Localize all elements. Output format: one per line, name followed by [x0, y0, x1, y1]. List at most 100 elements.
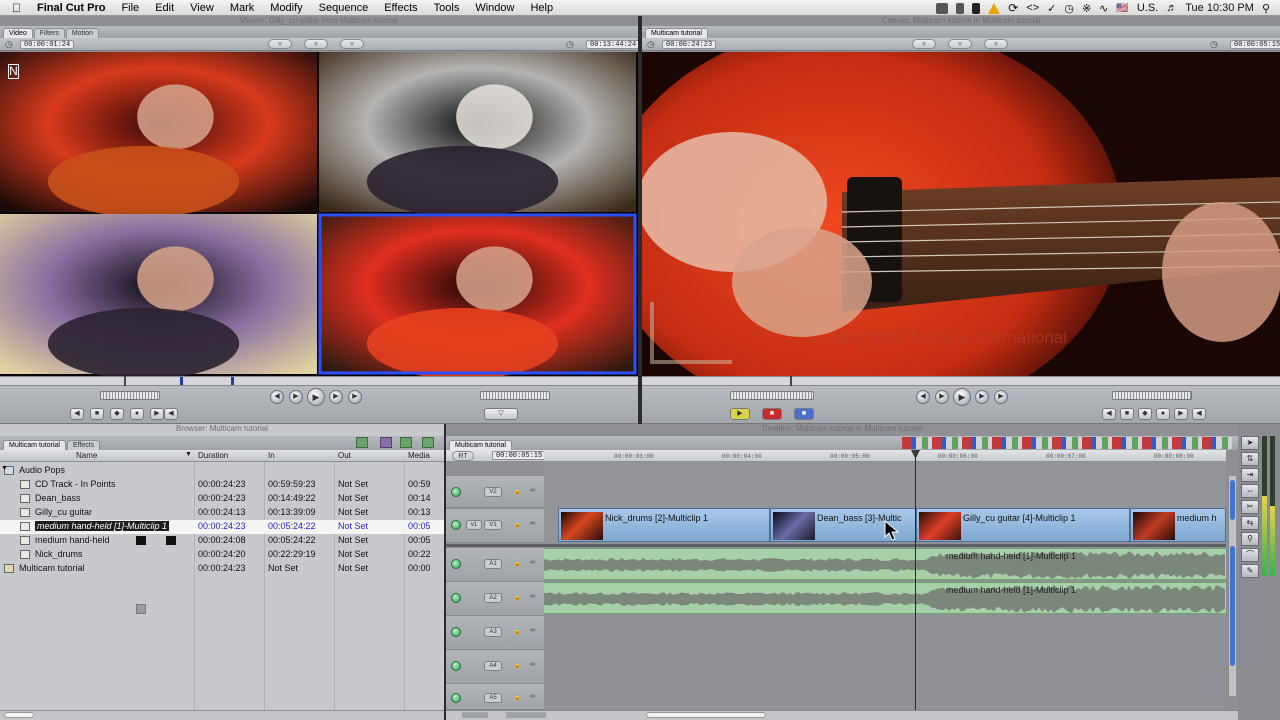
track-label-a4[interactable]: A4 [484, 661, 502, 671]
timeline-button-bar[interactable] [902, 437, 1232, 449]
col-name[interactable]: Name [76, 451, 97, 460]
timeline-ruler[interactable]: 00:00:03:00 00:00:04:00 00:00:05:00 00:0… [544, 450, 1226, 462]
canvas-add-marker-button[interactable]: ● [1156, 408, 1170, 420]
canvas-duration[interactable]: 00:00:24:23 [662, 40, 717, 49]
viewer-scrubber[interactable] [0, 376, 638, 386]
track-label-a5[interactable]: A5 [484, 693, 502, 703]
canvas-jog-control[interactable] [1112, 391, 1192, 400]
link-icon[interactable]: ∞ [530, 627, 535, 634]
canvas-timecode[interactable]: 00:00:05:15 [1230, 40, 1280, 49]
in-point-marker[interactable] [180, 377, 183, 385]
link-icon[interactable]: ∞ [530, 487, 535, 494]
jog-control[interactable] [480, 391, 550, 400]
menu-sequence[interactable]: Sequence [311, 2, 377, 14]
menu-view[interactable]: View [182, 2, 222, 14]
previous-edit-button[interactable]: ◀ [270, 390, 284, 404]
timeline-audio-clip[interactable]: medium hand-held [1]-Multiclip 1 [544, 548, 1226, 580]
viewer-playhead[interactable] [124, 376, 126, 386]
out-point-marker[interactable] [231, 377, 234, 385]
angle-1[interactable] [0, 52, 317, 218]
source-patch-v1[interactable]: v1 [466, 520, 482, 530]
add-keyframe-button[interactable]: ◆ [110, 408, 124, 420]
zoom-popup[interactable]: ▿ [268, 39, 292, 49]
apple-menu-icon[interactable]:  [0, 1, 29, 15]
track-height-control[interactable] [462, 712, 488, 718]
canvas-next-edit-button[interactable]: ▶ [994, 390, 1008, 404]
play-around-button[interactable]: ▶ [329, 390, 343, 404]
multiclip-viewer[interactable]: N [0, 52, 638, 376]
canvas-play-button[interactable]: ▶ [953, 388, 971, 406]
browser-scrollbar[interactable] [0, 710, 444, 719]
menu-mark[interactable]: Mark [222, 2, 262, 14]
add-marker-button[interactable]: ● [130, 408, 144, 420]
canvas-mark-in-button[interactable]: ▶ [1174, 408, 1188, 420]
checkmark-icon[interactable]: ✓ [1047, 2, 1056, 15]
menu-window[interactable]: Window [467, 2, 522, 14]
browser-row[interactable]: Multicam tutorial 00:00:24:23 Not Set Not S… [0, 562, 444, 576]
timeline-scroll-thumb[interactable] [646, 712, 766, 718]
script-icon[interactable] [972, 2, 981, 14]
rt-popup[interactable]: RT [452, 451, 474, 461]
view-popup[interactable]: ▿ [304, 39, 328, 49]
track-label-a3[interactable]: A3 [484, 627, 502, 637]
spotlight-icon[interactable]: ⚲ [1262, 2, 1270, 15]
volume-icon[interactable]: ♬ [1166, 2, 1177, 14]
tab-video[interactable]: Video [3, 28, 33, 38]
col-duration[interactable]: Duration [198, 451, 228, 460]
col-in[interactable]: In [268, 451, 275, 460]
app-menu[interactable]: Final Cut Pro [29, 2, 113, 14]
lock-icon[interactable]: 🔒 [513, 693, 522, 701]
canvas-video[interactable]: Weynand Training International [642, 52, 1280, 376]
mark-in-button[interactable]: ▶ [150, 408, 164, 420]
document-icon[interactable] [956, 2, 965, 14]
track-audio-a3[interactable] [451, 627, 461, 637]
browser-row[interactable]: ▼ Audio Pops [0, 464, 444, 478]
pen-tool-icon[interactable]: ✎ [1241, 564, 1259, 578]
canvas-zoom-popup[interactable]: ▿ [912, 39, 936, 49]
track-audio-a4[interactable] [451, 661, 461, 671]
zoom-tool-icon[interactable]: ⚲ [1241, 532, 1259, 546]
browser-row[interactable]: Dean_bass 00:00:24:23 00:14:49:22 Not Set 00… [0, 492, 444, 506]
lock-icon[interactable]: 🔒 [513, 627, 522, 635]
zoom-slider[interactable] [506, 712, 546, 718]
menu-modify[interactable]: Modify [262, 2, 310, 14]
track-audio-a5[interactable] [451, 693, 461, 703]
vscroll-thumb-audio[interactable] [1230, 546, 1235, 666]
track-visibility-v2[interactable] [451, 487, 461, 497]
match-frame-button[interactable]: ◀ [70, 408, 84, 420]
link-icon[interactable]: ∞ [530, 661, 535, 668]
browser-row[interactable]: Nick_drums 00:00:24:20 00:22:29:19 Not Set 0… [0, 548, 444, 562]
lock-icon[interactable]: 🔒 [513, 559, 522, 567]
menu-help[interactable]: Help [522, 2, 561, 14]
bin-icon-4[interactable] [422, 437, 434, 448]
tab-browser-effects[interactable]: Effects [66, 440, 101, 450]
play-in-out-button[interactable]: ▶ [289, 390, 303, 404]
browser-row[interactable]: CD Track - In Points 00:00:24:23 00:59:59:… [0, 478, 444, 492]
tab-timeline-sequence[interactable]: Multicam tutorial [449, 440, 512, 450]
warning-icon[interactable] [988, 2, 1001, 14]
tab-filters[interactable]: Filters [33, 28, 65, 38]
angle-3[interactable] [0, 214, 317, 376]
bluetooth-icon[interactable]: ※ [1082, 2, 1091, 15]
shuttle-control[interactable] [100, 391, 160, 400]
generator-button[interactable]: ▽ [484, 408, 518, 420]
timeline-vertical-scrollbar[interactable] [1228, 476, 1236, 696]
next-edit-button[interactable]: ▶ [348, 390, 362, 404]
input-locale[interactable]: U.S. [1137, 2, 1158, 14]
vscroll-thumb-video[interactable] [1230, 480, 1235, 520]
link-icon[interactable]: ∞ [530, 593, 535, 600]
display-popup[interactable]: ▿ [340, 39, 364, 49]
timeline-clip[interactable]: Gilly_cu guitar [4]-Multiclip 1 [916, 508, 1130, 542]
selection-tool-icon[interactable]: ➤ [1241, 436, 1259, 450]
roll-tool-icon[interactable]: ⇔ [1241, 484, 1259, 498]
mark-clip-button[interactable]: ■ [90, 408, 104, 420]
bin-icon-1[interactable] [356, 437, 368, 448]
tab-canvas-sequence[interactable]: Multicam tutorial [645, 28, 708, 38]
tab-browser-project[interactable]: Multicam tutorial [3, 440, 66, 450]
bin-icon-3[interactable] [400, 437, 412, 448]
scroll-thumb[interactable] [4, 712, 34, 718]
sync-icon[interactable]: ⟳ [1008, 1, 1018, 15]
track-label-a2[interactable]: A2 [484, 593, 502, 603]
time-machine-icon[interactable]: ◷ [1064, 2, 1074, 15]
canvas-add-keyframe-button[interactable]: ◆ [1138, 408, 1152, 420]
